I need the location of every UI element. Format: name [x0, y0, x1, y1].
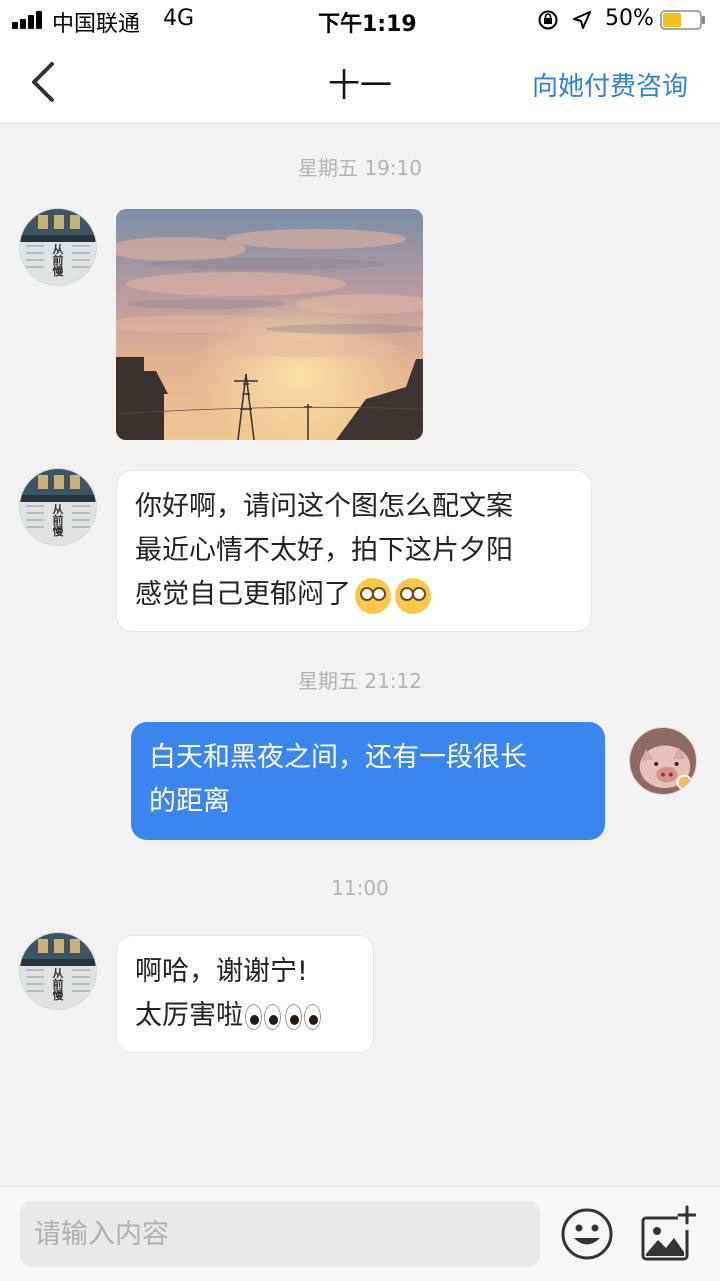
- network-type: 4G: [163, 6, 195, 31]
- nav-bar: 十一 向她付费咨询: [0, 40, 720, 124]
- message-line: 白天和黑夜之间，还有一段很长: [149, 742, 527, 773]
- status-bar: 中国联通 4G 下午1:19 50%: [0, 0, 720, 40]
- input-bar: [0, 1186, 720, 1281]
- message-line: 最近心情不太好，拍下这片夕阳: [135, 535, 513, 566]
- avatar[interactable]: [629, 727, 697, 795]
- timestamp: 星期五 19:10: [298, 156, 422, 180]
- orientation-lock-icon: [538, 10, 558, 30]
- message-line: 的距离: [149, 786, 230, 817]
- signal-icon: [12, 11, 46, 29]
- message-line: 感觉自己更郁闷了: [135, 579, 351, 610]
- timestamp: 星期五 21:12: [298, 669, 422, 693]
- eyes-emoji-icon: [243, 1002, 283, 1032]
- avatar[interactable]: 从 前 慢: [19, 208, 97, 286]
- timestamp: 11:00: [331, 876, 389, 900]
- battery-percentage: 50%: [605, 6, 654, 31]
- message-bubble-incoming[interactable]: 啊哈，谢谢宁! 太厉害啦: [116, 935, 374, 1053]
- paid-consult-button[interactable]: 向她付费咨询: [532, 66, 688, 103]
- location-arrow-icon: [573, 11, 591, 29]
- message-line: 你好啊，请问这个图怎么配文案: [135, 491, 513, 522]
- add-image-icon[interactable]: [640, 1204, 696, 1262]
- avatar-glyph: 慢: [52, 524, 64, 538]
- avatar-glyph: 慢: [52, 988, 64, 1002]
- avatar[interactable]: 从 前 慢: [19, 932, 97, 1010]
- carrier-name: 中国联通: [52, 12, 141, 37]
- status-time: 下午1:19: [318, 12, 417, 37]
- message-line: 太厉害啦: [135, 1000, 243, 1031]
- message-input[interactable]: [20, 1201, 540, 1267]
- eyes-emoji-icon: [283, 1002, 323, 1032]
- emoji-icon[interactable]: [560, 1207, 614, 1261]
- message-line: 啊哈，谢谢宁!: [135, 956, 308, 987]
- flushed-face-emoji-icon: [355, 577, 391, 614]
- avatar-glyph: 慢: [52, 264, 64, 278]
- sunset-photo[interactable]: [116, 209, 423, 440]
- message-bubble-outgoing[interactable]: 白天和黑夜之间，还有一段很长 的距离: [131, 722, 605, 840]
- avatar[interactable]: 从 前 慢: [19, 468, 97, 546]
- message-bubble-incoming[interactable]: 你好啊，请问这个图怎么配文案 最近心情不太好，拍下这片夕阳 感觉自己更郁闷了: [116, 470, 592, 632]
- flushed-face-emoji-icon: [395, 577, 431, 614]
- battery-icon: [660, 10, 705, 30]
